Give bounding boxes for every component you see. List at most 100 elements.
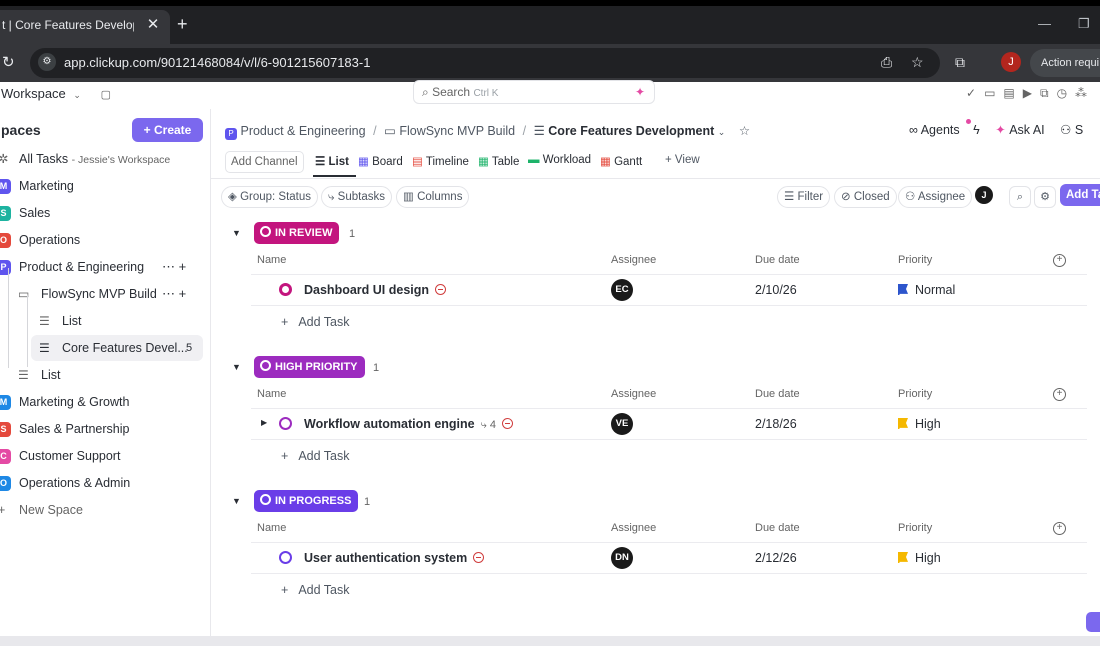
subtasks-button[interactable]: ⤷ Subtasks <box>321 186 392 208</box>
add-channel-button[interactable]: Add Channel <box>225 151 304 173</box>
assignee-avatar[interactable]: DN <box>611 547 633 569</box>
assignee-avatar[interactable]: VE <box>611 413 633 435</box>
columns-button[interactable]: ▥ Columns <box>396 186 470 208</box>
col-assignee[interactable]: Assignee <box>611 254 656 266</box>
sidebar-item-sales-partnership[interactable]: S Sales & Partnership <box>0 416 210 442</box>
sidebar-item-list[interactable]: ☰ List <box>0 308 210 334</box>
agents-button[interactable]: ∞ Agents <box>909 123 960 137</box>
minimize-icon[interactable]: — <box>1038 16 1051 31</box>
task-name[interactable]: Dashboard UI design <box>304 283 447 297</box>
ask-ai-button[interactable]: ✦ Ask AI <box>995 123 1044 137</box>
create-button[interactable]: + Create <box>132 118 203 142</box>
due-date[interactable]: 2/10/26 <box>755 283 797 297</box>
profile-avatar[interactable]: J <box>1001 52 1021 72</box>
site-info-icon[interactable]: ⚙ <box>38 53 56 71</box>
clip-icon[interactable]: ⧉ <box>1040 86 1057 100</box>
breadcrumb-space[interactable]: Product & Engineering <box>240 124 365 138</box>
sidebar-item-operations-admin[interactable]: O Operations & Admin <box>0 470 210 496</box>
col-name[interactable]: Name <box>257 254 286 266</box>
new-tab-icon[interactable]: + <box>177 15 188 33</box>
priority-field[interactable]: Normal <box>898 283 955 297</box>
sidebar-item-folder[interactable]: ▭ FlowSync MVP Build ⋯ + <box>0 281 210 307</box>
priority-field[interactable]: High <box>898 551 941 565</box>
priority-field[interactable]: High <box>898 417 941 431</box>
remove-icon[interactable] <box>473 552 485 563</box>
sidebar-item-all-tasks[interactable]: ✲ All Tasks - Jessie's Workspace <box>0 146 210 172</box>
check-circle-icon[interactable]: ✓ <box>966 86 984 100</box>
clock-icon[interactable]: ◷ <box>1057 86 1075 100</box>
assignee-button[interactable]: ⚇ Assignee <box>898 186 973 208</box>
apps-icon[interactable]: ⁂ <box>1075 86 1095 100</box>
sidebar-item-operations[interactable]: O Operations <box>0 227 210 253</box>
col-due[interactable]: Due date <box>755 388 800 400</box>
col-due[interactable]: Due date <box>755 254 800 266</box>
tab-board[interactable]: ▦ Board <box>358 154 403 168</box>
status-pill[interactable]: HIGH PRIORITY <box>254 356 365 378</box>
docs-icon[interactable]: ▤ <box>1003 86 1022 100</box>
add-column-icon[interactable]: + <box>1053 388 1066 401</box>
col-assignee[interactable]: Assignee <box>611 522 656 534</box>
sidebar-item-core-features[interactable]: ☰ Core Features Devel... 5 <box>31 335 203 361</box>
col-priority[interactable]: Priority <box>898 254 932 266</box>
sidebar-item-marketing-growth[interactable]: M Marketing & Growth <box>0 389 210 415</box>
share-button[interactable]: ⚇ S <box>1060 123 1083 137</box>
url-text[interactable]: app.clickup.com/90121468084/v/l/6-901215… <box>64 55 370 70</box>
maximize-icon[interactable]: ❐ <box>1078 16 1090 32</box>
sidebar-item-sales[interactable]: S Sales <box>0 200 210 226</box>
search-icon[interactable]: ⌕ <box>1009 186 1031 208</box>
chat-fab-icon[interactable] <box>1086 612 1100 632</box>
tab-timeline[interactable]: ▤ Timeline <box>412 154 469 168</box>
col-assignee[interactable]: Assignee <box>611 388 656 400</box>
install-app-icon[interactable]: ⎙ <box>881 54 892 71</box>
breadcrumb-folder[interactable]: FlowSync MVP Build <box>399 124 515 138</box>
star-icon[interactable]: ☆ <box>739 124 750 138</box>
closed-button[interactable]: ⊘ Closed <box>834 186 897 208</box>
due-date[interactable]: 2/18/26 <box>755 417 797 431</box>
col-priority[interactable]: Priority <box>898 522 932 534</box>
me-avatar[interactable]: J <box>975 186 993 204</box>
breadcrumb-list[interactable]: Core Features Development <box>548 124 714 138</box>
add-column-icon[interactable]: + <box>1053 522 1066 535</box>
col-name[interactable]: Name <box>257 522 286 534</box>
action-required-chip[interactable]: Action requi <box>1030 49 1100 77</box>
ai-brain-icon[interactable]: ✦ <box>635 81 645 103</box>
settings-icon[interactable]: ⚙ <box>1034 186 1056 208</box>
add-task-row[interactable]: + Add Task <box>281 315 350 329</box>
task-status-icon[interactable] <box>279 283 292 296</box>
tab-table[interactable]: ▦ Table <box>478 154 519 168</box>
remove-icon[interactable] <box>435 284 447 295</box>
lightning-icon[interactable]: ϟ <box>973 123 980 137</box>
reload-icon[interactable]: ↻ <box>2 53 15 71</box>
tab-close-icon[interactable]: ✕ <box>146 10 160 40</box>
tab-list[interactable]: ☰ List <box>315 154 349 168</box>
add-column-icon[interactable]: + <box>1053 254 1066 267</box>
sidebar-item-product-engineering[interactable]: P Product & Engineering ⋯ + <box>0 254 210 280</box>
task-name[interactable]: User authentication system <box>304 551 485 565</box>
workspace-switcher[interactable]: Workspace ⌄ ▢ <box>1 86 111 101</box>
assignee-avatar[interactable]: EC <box>611 279 633 301</box>
filter-button[interactable]: ☰ Filter <box>777 186 831 208</box>
bookmark-star-icon[interactable]: ☆ <box>911 54 924 71</box>
calendar-icon[interactable]: ▢ <box>101 89 111 101</box>
task-status-icon[interactable] <box>279 551 292 564</box>
group-by-button[interactable]: ◈ Group: Status <box>221 186 319 208</box>
plus-icon[interactable]: + <box>179 286 187 301</box>
sidebar-item-pe-list[interactable]: ☰ List <box>0 362 210 388</box>
sidebar-item-new-space[interactable]: + New Space <box>0 497 210 523</box>
sidebar-item-customer-support[interactable]: C Customer Support <box>0 443 210 469</box>
chevron-down-icon[interactable]: ⌄ <box>718 127 726 137</box>
expand-caret-icon[interactable]: ▶ <box>261 418 267 427</box>
col-priority[interactable]: Priority <box>898 388 932 400</box>
video-icon[interactable]: ▶ <box>1023 86 1040 100</box>
plus-icon[interactable]: + <box>179 259 187 274</box>
browser-tab[interactable]: t | Core Features Developme ✕ <box>0 10 170 44</box>
collapse-caret-icon[interactable]: ▼ <box>232 362 241 372</box>
add-task-row[interactable]: + Add Task <box>281 583 350 597</box>
status-pill[interactable]: IN PROGRESS <box>254 490 359 512</box>
inbox-icon[interactable]: ▭ <box>984 86 1003 100</box>
subtask-count[interactable]: ⤷ 4 <box>481 419 496 431</box>
col-name[interactable]: Name <box>257 388 286 400</box>
collapse-caret-icon[interactable]: ▼ <box>232 496 241 506</box>
collapse-caret-icon[interactable]: ▼ <box>232 228 241 238</box>
extensions-icon[interactable]: ⧉ <box>955 54 965 71</box>
